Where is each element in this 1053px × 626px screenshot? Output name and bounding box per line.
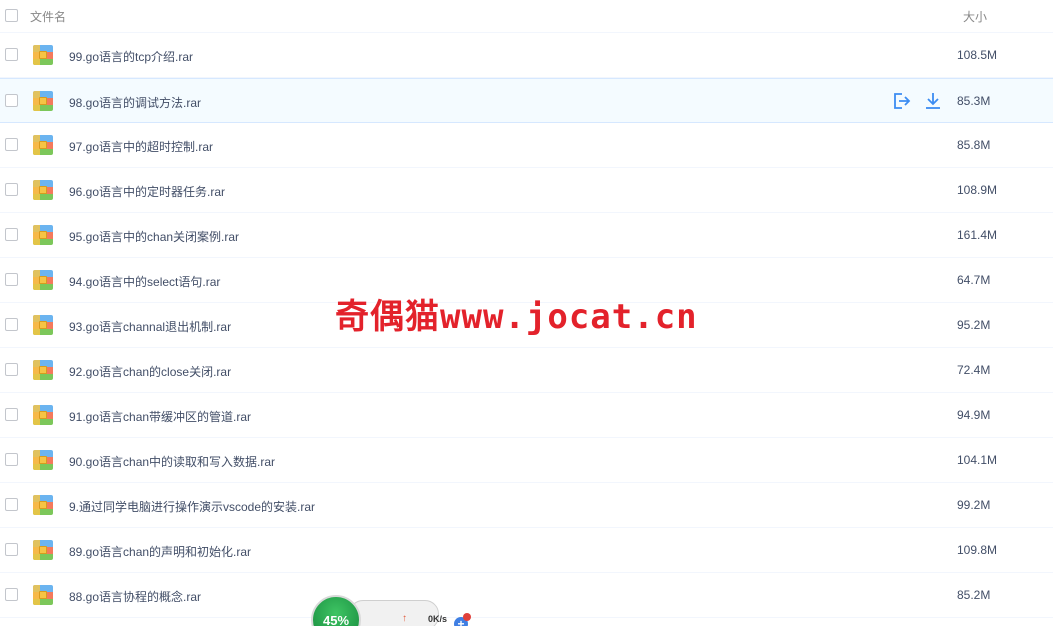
row-checkbox[interactable] bbox=[5, 273, 18, 286]
file-row[interactable]: 96.go语言中的定时器任务.rar 108.9M bbox=[0, 168, 1053, 213]
file-size: 72.4M bbox=[957, 363, 991, 377]
rar-file-icon bbox=[33, 270, 53, 290]
rar-file-icon bbox=[33, 225, 53, 245]
column-header-size[interactable]: 大小 bbox=[963, 8, 987, 25]
file-size: 94.9M bbox=[957, 408, 991, 422]
download-icon[interactable] bbox=[923, 91, 943, 111]
file-row[interactable]: 91.go语言chan带缓冲区的管道.rar 94.9M bbox=[0, 393, 1053, 438]
notification-dot bbox=[463, 613, 471, 621]
share-out-icon[interactable] bbox=[891, 91, 911, 111]
row-checkbox[interactable] bbox=[5, 363, 18, 376]
memory-percent: 45% bbox=[322, 613, 350, 626]
rar-file-icon bbox=[33, 91, 53, 111]
rar-file-icon bbox=[33, 405, 53, 425]
file-row[interactable]: 9.通过同学电脑进行操作演示vscode的安装.rar 99.2M bbox=[0, 483, 1053, 528]
rar-file-icon bbox=[33, 180, 53, 200]
file-row[interactable]: 88.go语言协程的概念.rar 85.2M bbox=[0, 573, 1053, 618]
rar-file-icon bbox=[33, 360, 53, 380]
file-name[interactable]: 89.go语言chan的声明和初始化.rar bbox=[69, 543, 251, 560]
row-checkbox[interactable] bbox=[5, 183, 18, 196]
file-name[interactable]: 98.go语言的调试方法.rar bbox=[69, 94, 201, 111]
upload-speed: 0K/s bbox=[428, 614, 448, 624]
rar-file-icon bbox=[33, 585, 53, 605]
rar-file-icon bbox=[33, 450, 53, 470]
file-row[interactable]: 92.go语言chan的close关闭.rar 72.4M bbox=[0, 348, 1053, 393]
rar-file-icon bbox=[33, 540, 53, 560]
file-row[interactable]: 99.go语言的tcp介绍.rar 108.5M bbox=[0, 33, 1053, 78]
row-checkbox[interactable] bbox=[5, 318, 18, 331]
file-row[interactable]: 98.go语言的调试方法.rar 85.3M bbox=[0, 78, 1053, 123]
watermark-text: 奇偶猫www.jocat.cn bbox=[335, 297, 698, 337]
file-size: 64.7M bbox=[957, 273, 991, 287]
file-name[interactable]: 99.go语言的tcp介绍.rar bbox=[69, 48, 193, 65]
file-row[interactable]: 97.go语言中的超时控制.rar 85.8M bbox=[0, 123, 1053, 168]
file-size: 85.8M bbox=[957, 138, 991, 152]
file-size: 108.5M bbox=[957, 48, 998, 62]
row-checkbox[interactable] bbox=[5, 408, 18, 421]
file-size: 85.2M bbox=[957, 588, 991, 602]
network-speed-widget[interactable]: ↑ 0K/s + 45% bbox=[311, 595, 471, 626]
row-checkbox[interactable] bbox=[5, 138, 18, 151]
file-row[interactable]: 89.go语言chan的声明和初始化.rar 109.8M bbox=[0, 528, 1053, 573]
file-name[interactable]: 9.通过同学电脑进行操作演示vscode的安装.rar bbox=[69, 498, 315, 515]
file-size: 85.3M bbox=[957, 94, 991, 108]
file-list-header: 文件名 大小 bbox=[0, 0, 1053, 33]
file-name[interactable]: 95.go语言中的chan关闭案例.rar bbox=[69, 228, 239, 245]
memory-usage-ball[interactable]: 45% bbox=[311, 595, 361, 626]
file-row[interactable]: 95.go语言中的chan关闭案例.rar 161.4M bbox=[0, 213, 1053, 258]
file-size: 104.1M bbox=[957, 453, 998, 467]
row-checkbox[interactable] bbox=[5, 543, 18, 556]
file-size: 99.2M bbox=[957, 498, 991, 512]
file-size: 95.2M bbox=[957, 318, 991, 332]
rar-file-icon bbox=[33, 45, 53, 65]
file-name[interactable]: 88.go语言协程的概念.rar bbox=[69, 588, 201, 605]
file-row[interactable]: 90.go语言chan中的读取和写入数据.rar 104.1M bbox=[0, 438, 1053, 483]
row-checkbox[interactable] bbox=[5, 588, 18, 601]
row-checkbox[interactable] bbox=[5, 228, 18, 241]
column-header-filename[interactable]: 文件名 bbox=[30, 8, 66, 25]
file-name[interactable]: 96.go语言中的定时器任务.rar bbox=[69, 183, 225, 200]
select-all-checkbox[interactable] bbox=[5, 9, 18, 22]
row-checkbox[interactable] bbox=[5, 453, 18, 466]
file-size: 108.9M bbox=[957, 183, 998, 197]
file-name[interactable]: 93.go语言channal退出机制.rar bbox=[69, 318, 231, 335]
rar-file-icon bbox=[33, 495, 53, 515]
rar-file-icon bbox=[33, 135, 53, 155]
row-checkbox[interactable] bbox=[5, 498, 18, 511]
file-name[interactable]: 91.go语言chan带缓冲区的管道.rar bbox=[69, 408, 251, 425]
file-size: 109.8M bbox=[957, 543, 998, 557]
file-name[interactable]: 92.go语言chan的close关闭.rar bbox=[69, 363, 231, 380]
file-name[interactable]: 94.go语言中的select语句.rar bbox=[69, 273, 220, 290]
file-name[interactable]: 90.go语言chan中的读取和写入数据.rar bbox=[69, 453, 275, 470]
file-name[interactable]: 97.go语言中的超时控制.rar bbox=[69, 138, 213, 155]
row-checkbox[interactable] bbox=[5, 48, 18, 61]
row-checkbox[interactable] bbox=[5, 94, 18, 107]
upload-arrow-icon: ↑ bbox=[402, 613, 407, 624]
speed-pill: ↑ 0K/s + bbox=[349, 600, 471, 626]
file-size: 161.4M bbox=[957, 228, 998, 242]
rar-file-icon bbox=[33, 315, 53, 335]
